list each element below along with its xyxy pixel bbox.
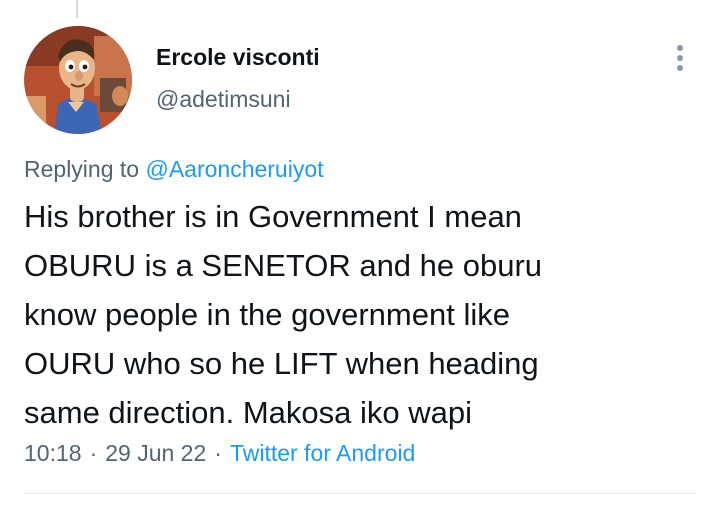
cartoon-character-avatar-icon (24, 26, 132, 134)
tweet-text-line: OURU who so he LIFT when heading (24, 346, 539, 381)
meta-separator: · (89, 440, 98, 466)
author-display-name[interactable]: Ercole visconti (156, 44, 320, 71)
more-vertical-icon (677, 45, 683, 51)
tweet-metadata: 10:18 · 29 Jun 22 · Twitter for Android (24, 440, 415, 467)
more-vertical-icon-dot (677, 65, 683, 71)
tweet-source-link[interactable]: Twitter for Android (230, 440, 415, 466)
replying-to-handle-link[interactable]: @Aaroncheruiyot (145, 156, 323, 182)
more-options-button[interactable] (664, 38, 696, 78)
thread-connector-line (76, 0, 78, 18)
more-vertical-icon-dot (677, 55, 683, 61)
author-handle[interactable]: @adetimsuni (156, 86, 291, 113)
tweet-date-link[interactable]: 29 Jun 22 (105, 440, 206, 466)
replying-to-line: Replying to @Aaroncheruiyot (24, 156, 324, 183)
tweet-text-line: OBURU is a SENETOR and he oburu (24, 248, 543, 283)
tweet-text-line: His brother is in Government I mean (24, 199, 522, 234)
meta-separator: · (214, 440, 222, 466)
tweet-time-link[interactable]: 10:18 (24, 440, 82, 466)
divider (24, 493, 696, 494)
tweet-text-line: know people in the government like (24, 297, 510, 332)
tweet-text: His brother is in Government I mean OBUR… (24, 192, 704, 437)
avatar[interactable] (24, 26, 132, 134)
replying-to-label: Replying to (24, 156, 140, 182)
tweet-text-line: same direction. Makosa iko wapi (24, 395, 472, 430)
